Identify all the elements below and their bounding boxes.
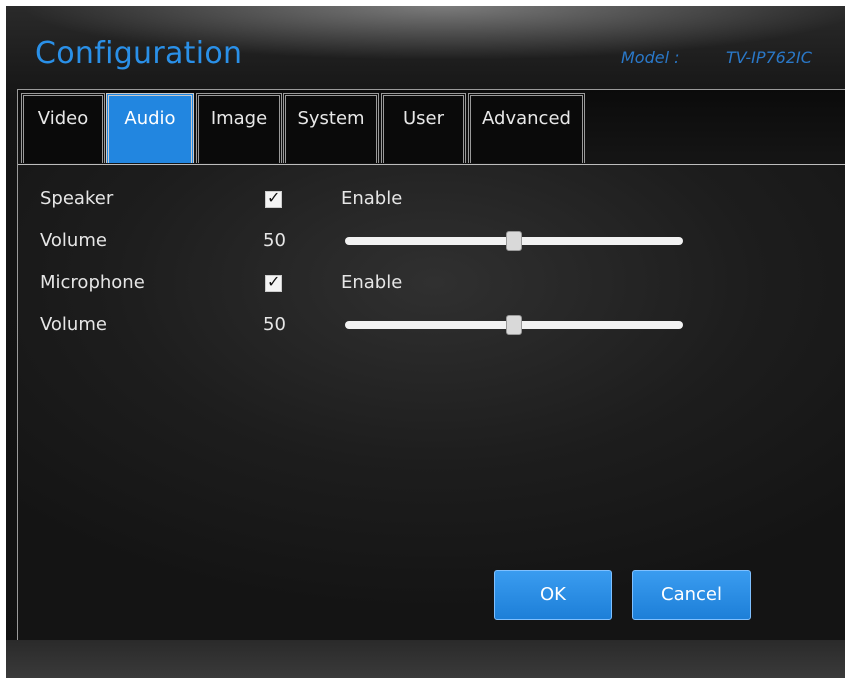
microphone-label: Microphone: [40, 272, 145, 293]
microphone-volume-value: 50: [263, 314, 286, 335]
bottom-bar: [6, 640, 845, 678]
speaker-volume-value: 50: [263, 230, 286, 251]
microphone-volume-thumb[interactable]: [506, 315, 522, 335]
cancel-button[interactable]: Cancel: [632, 570, 751, 620]
microphone-enable-checkbox[interactable]: [265, 272, 282, 292]
tab-user[interactable]: User: [381, 93, 466, 163]
tab-video[interactable]: Video: [21, 93, 105, 163]
microphone-volume-label: Volume: [40, 314, 107, 335]
ok-button[interactable]: OK: [494, 570, 612, 620]
tab-advanced[interactable]: Advanced: [468, 93, 585, 163]
speaker-volume-thumb[interactable]: [506, 231, 522, 251]
model-label: Model :: [621, 48, 680, 67]
speaker-enable-label: Enable: [341, 188, 403, 209]
speaker-enable-checkbox[interactable]: [265, 188, 282, 208]
tab-audio[interactable]: Audio: [106, 93, 194, 163]
model-value: TV-IP762IC: [726, 48, 812, 67]
config-window: Configuration Model : TV-IP762IC Video A…: [6, 6, 845, 678]
tab-image[interactable]: Image: [196, 93, 282, 163]
settings-panel: Video Audio Image System User Advanced S…: [17, 89, 845, 641]
speaker-label: Speaker: [40, 188, 114, 209]
microphone-enable-label: Enable: [341, 272, 403, 293]
speaker-volume-label: Volume: [40, 230, 107, 251]
page-title: Configuration: [35, 36, 243, 71]
speaker-volume-slider[interactable]: [345, 231, 683, 251]
microphone-volume-slider[interactable]: [345, 315, 683, 335]
tab-system[interactable]: System: [283, 93, 379, 163]
tab-bar: Video Audio Image System User Advanced: [18, 90, 845, 165]
